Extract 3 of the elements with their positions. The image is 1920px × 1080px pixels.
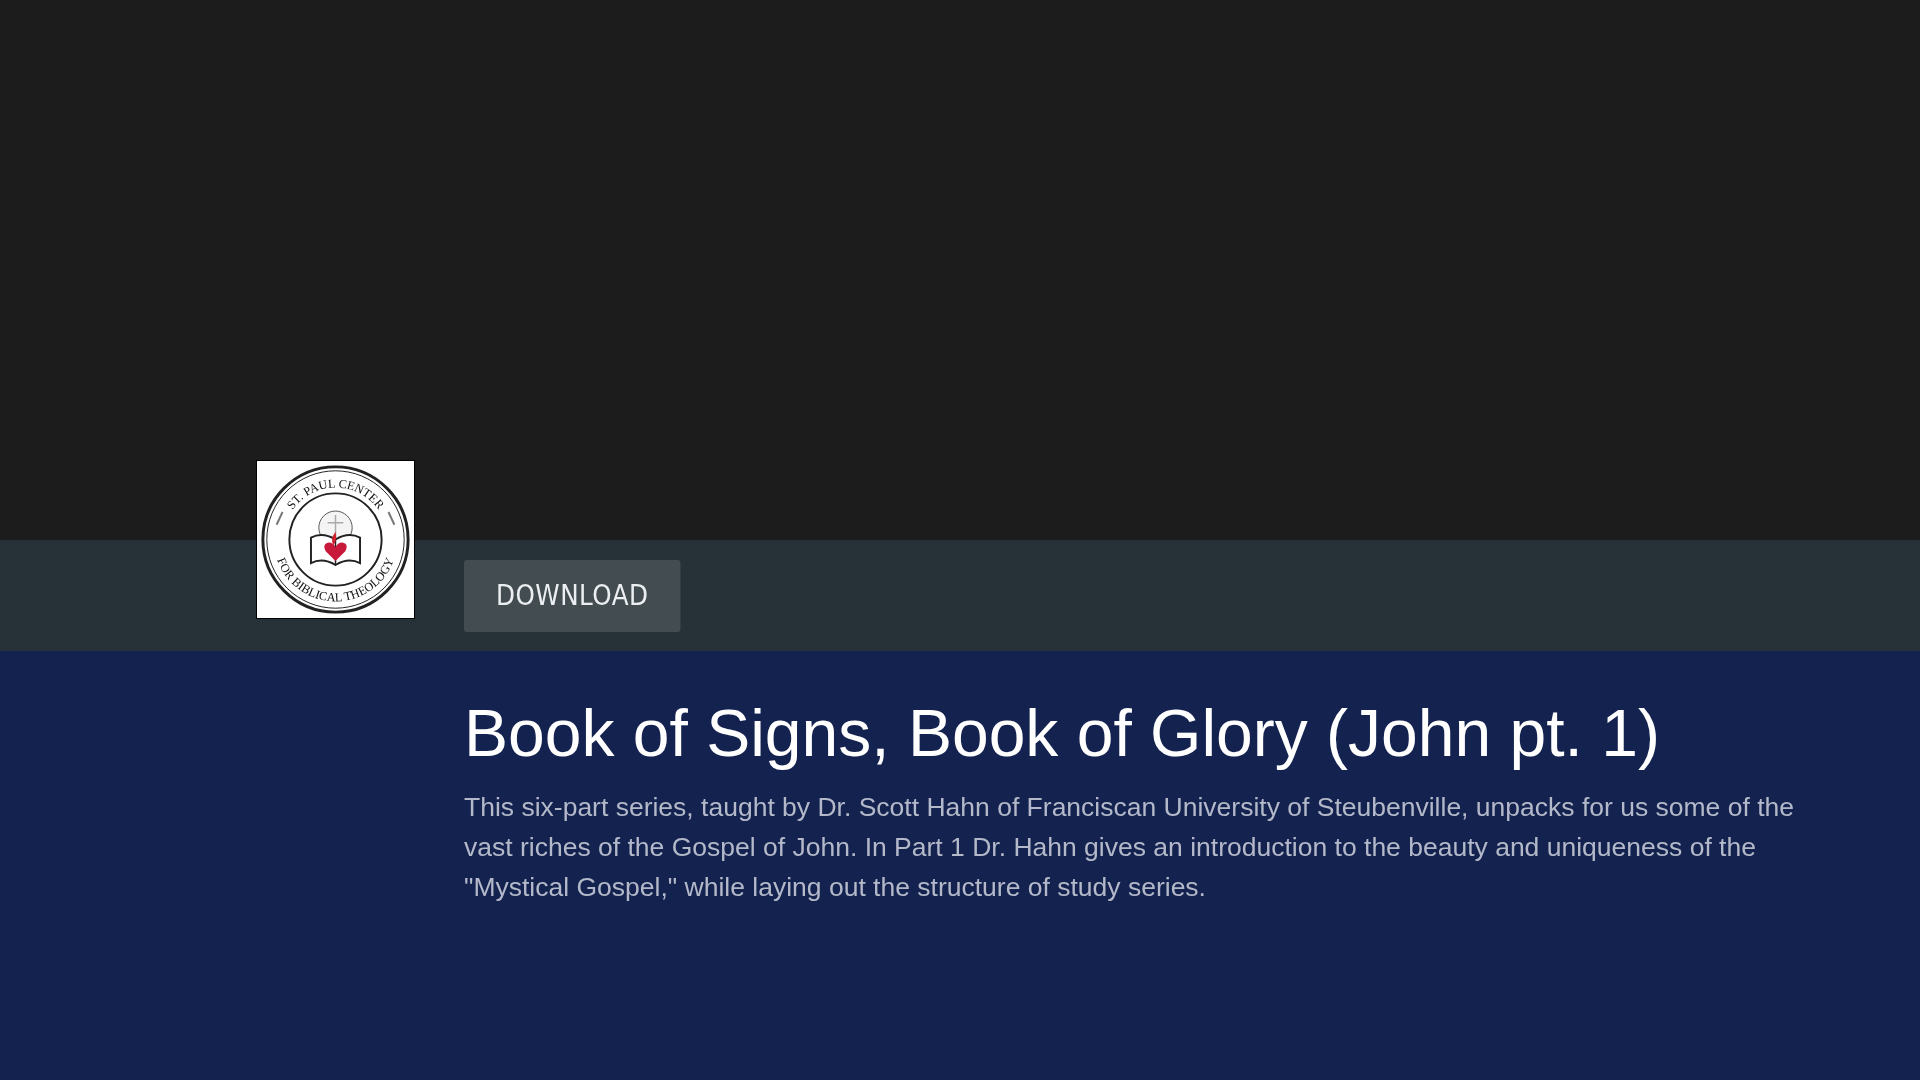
description: This six-part series, taught by Dr. Scott Hahn of Franciscan University of Steubenville, unpacks for us some of the vast riches of the Gospel of John. In Part 1 Dr. Hahn gives an introduction to the beauty and uniqueness of the "Mystical Gospel," while laying out the structure of study series.	[464, 791, 1795, 904]
download-button[interactable]: DOWNLOAD	[464, 559, 681, 632]
title: Book of Signs, Book of Glory (John pt. 1)	[464, 695, 1661, 772]
